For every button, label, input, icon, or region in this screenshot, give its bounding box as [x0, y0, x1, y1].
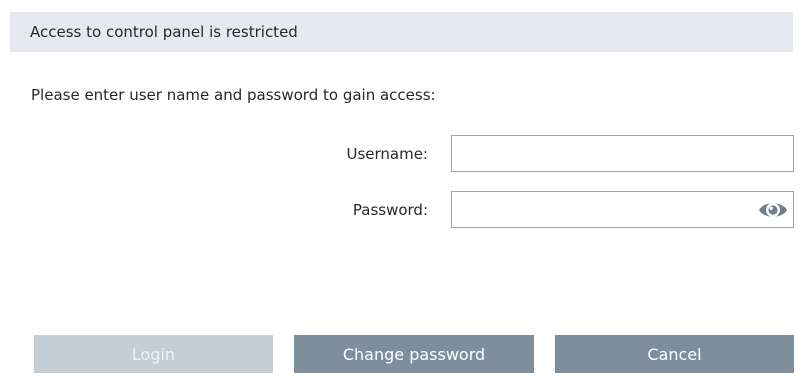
password-input[interactable] — [451, 191, 794, 228]
dialog-title: Access to control panel is restricted — [30, 23, 298, 41]
username-label: Username: — [346, 145, 428, 163]
cancel-button[interactable]: Cancel — [555, 335, 794, 373]
change-password-button[interactable]: Change password — [294, 335, 534, 373]
eye-icon — [759, 202, 787, 217]
cancel-button-label: Cancel — [647, 344, 702, 364]
login-button[interactable]: Login — [34, 335, 273, 373]
show-password-button[interactable] — [753, 192, 793, 227]
username-input[interactable] — [451, 135, 794, 172]
login-prompt: Please enter user name and password to g… — [31, 86, 436, 104]
password-label: Password: — [352, 201, 428, 219]
dialog-title-bar: Access to control panel is restricted — [10, 12, 793, 52]
login-button-label: Login — [131, 344, 176, 364]
change-password-button-label: Change password — [342, 344, 486, 364]
login-dialog: Access to control panel is restricted Pl… — [0, 0, 803, 387]
